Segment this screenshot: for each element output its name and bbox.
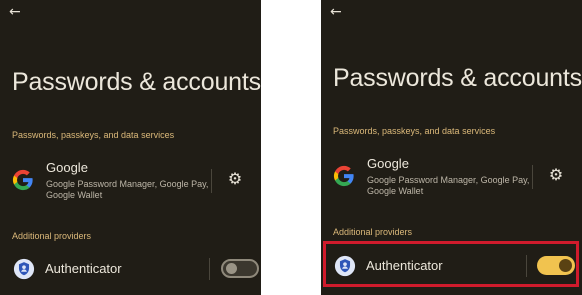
section-header-additional: Additional providers <box>12 231 92 241</box>
provider-authenticator-row[interactable]: Authenticator <box>321 241 582 287</box>
gear-icon[interactable]: ⚙ <box>225 169 245 189</box>
divider <box>211 169 212 193</box>
provider-authenticator-row[interactable]: Authenticator <box>0 250 261 288</box>
authenticator-label: Authenticator <box>366 258 443 273</box>
gear-icon[interactable]: ⚙ <box>546 165 566 185</box>
google-logo-icon <box>12 169 33 191</box>
toggle-knob <box>226 263 237 274</box>
authenticator-toggle[interactable] <box>221 259 259 278</box>
page-title: Passwords & accounts <box>12 68 261 96</box>
settings-screen-after: ← Passwords & accounts Passwords, passke… <box>321 0 582 295</box>
authenticator-toggle[interactable] <box>537 256 575 275</box>
authenticator-icon <box>334 255 356 277</box>
divider <box>532 165 533 189</box>
settings-screen-before: ← Passwords & accounts Passwords, passke… <box>0 0 261 295</box>
provider-google-row[interactable]: Google Google Password Manager, Google P… <box>0 155 261 207</box>
provider-subtitle: Google Password Manager, Google Pay, Goo… <box>367 175 530 196</box>
google-logo-icon <box>333 165 354 187</box>
back-arrow-icon[interactable]: ← <box>9 4 25 20</box>
authenticator-label: Authenticator <box>45 261 122 276</box>
provider-name: Google <box>367 156 409 171</box>
provider-google-row[interactable]: Google Google Password Manager, Google P… <box>321 151 582 203</box>
page-title: Passwords & accounts <box>333 64 582 92</box>
authenticator-icon <box>13 258 35 280</box>
back-arrow-icon[interactable]: ← <box>330 4 346 20</box>
section-header-additional: Additional providers <box>333 227 413 237</box>
divider <box>209 258 210 280</box>
divider <box>526 255 527 277</box>
section-header-services: Passwords, passkeys, and data services <box>333 126 496 136</box>
section-header-services: Passwords, passkeys, and data services <box>12 130 175 140</box>
provider-name: Google <box>46 160 88 175</box>
provider-subtitle: Google Password Manager, Google Pay, Goo… <box>46 179 209 200</box>
toggle-knob <box>559 259 572 272</box>
